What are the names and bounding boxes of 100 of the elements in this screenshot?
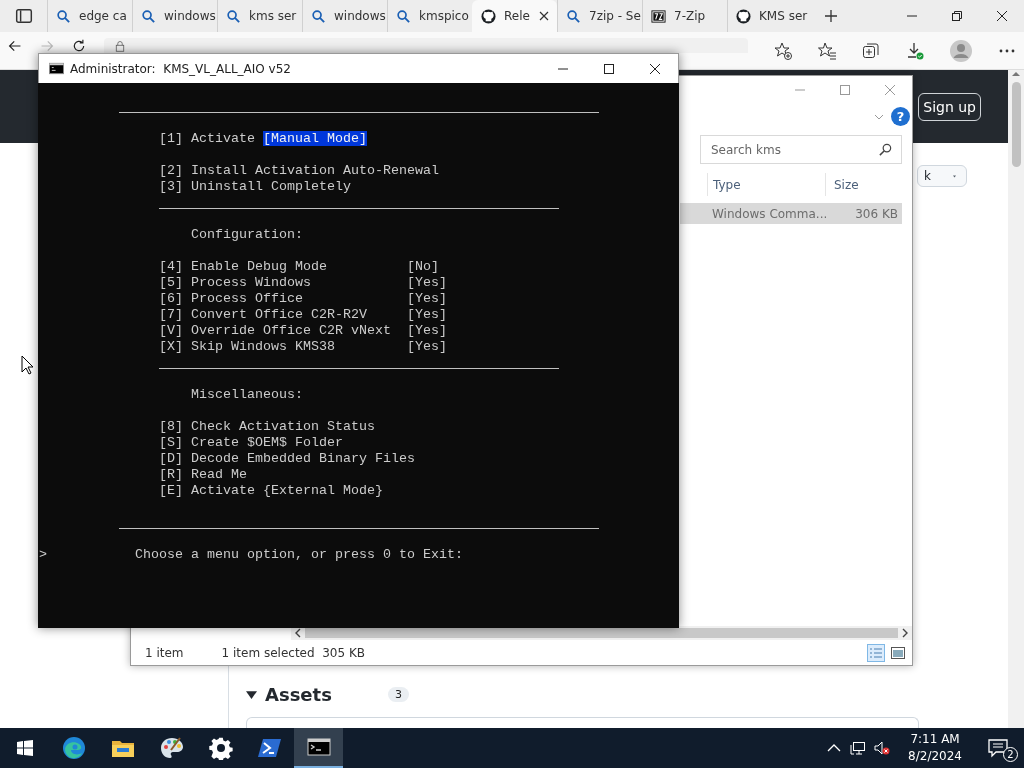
back-icon[interactable] xyxy=(8,39,22,53)
scrollbar[interactable] xyxy=(1008,70,1024,728)
scroll-thumb[interactable] xyxy=(1011,82,1021,167)
menu-key: [E] xyxy=(158,483,191,499)
prompt-text: Choose a menu option, or press 0 to Exit: xyxy=(134,547,463,562)
menu-label: Create $OEM$ Folder xyxy=(190,435,343,450)
profile-icon[interactable] xyxy=(950,39,972,62)
window-title: Administrator: KMS_VL_ALL_AIO v52 xyxy=(70,61,291,76)
menu-key: [2] xyxy=(158,163,191,179)
menu-key: [8] xyxy=(158,419,191,435)
add-favorite-icon[interactable] xyxy=(774,41,792,60)
menu-label: Override Office C2R vNext xyxy=(190,323,391,338)
maximize-icon[interactable] xyxy=(603,62,615,75)
lock-icon xyxy=(114,39,126,52)
menu-label: Read Me xyxy=(190,467,247,482)
palette-icon xyxy=(159,736,184,760)
close-icon[interactable] xyxy=(649,62,661,75)
menu-label: Decode Embedded Binary Files xyxy=(190,451,415,466)
terminal-icon xyxy=(306,735,331,759)
cursor-icon xyxy=(21,355,34,375)
menu-label: Uninstall Completely xyxy=(190,179,351,194)
size-cell-text: 306 KB xyxy=(854,206,899,221)
search-icon xyxy=(878,142,893,157)
prompt-caret: > xyxy=(39,547,48,563)
settings-icon xyxy=(208,736,233,760)
count-badge: 3 xyxy=(387,686,409,702)
selection-status: 1 item selected 305 KB xyxy=(221,645,366,660)
github-icon xyxy=(481,8,496,24)
windows-logo-icon xyxy=(16,740,33,756)
browser-icon xyxy=(61,736,86,760)
sign-up-button[interactable]: Sign up xyxy=(918,92,981,121)
column-header[interactable]: Type xyxy=(707,173,825,196)
clock[interactable]: 7:11 AM 8/2/2024 xyxy=(898,731,972,765)
notifications-button[interactable]: 2 xyxy=(988,734,1016,762)
menu-label: Skip Windows KMS38 xyxy=(190,339,335,354)
setting-value: [Yes] xyxy=(406,275,447,290)
menu-key: [V] xyxy=(158,323,191,339)
setting-value: [Yes] xyxy=(406,339,447,354)
setting-value: [Yes] xyxy=(406,323,447,338)
tab-actions-icon[interactable] xyxy=(14,7,33,25)
menu-label: Activate xyxy=(190,131,255,146)
menu-label: Process Windows xyxy=(190,275,311,290)
refresh-icon[interactable] xyxy=(72,39,86,53)
setting-value: [No] xyxy=(406,259,439,274)
item-count: 1 item xyxy=(145,645,184,660)
menu-label: Enable Debug Mode xyxy=(190,259,327,274)
search-icon xyxy=(141,8,156,24)
powershell-icon xyxy=(257,736,282,760)
favorites-icon[interactable] xyxy=(818,41,836,60)
menu-label: Check Activation Status xyxy=(190,419,375,434)
notification-count: 2 xyxy=(1003,747,1018,762)
menu-key: [7] xyxy=(158,307,191,323)
archive-icon xyxy=(651,8,666,24)
menu-label: Process Office xyxy=(190,291,303,306)
menu-key: [X] xyxy=(158,339,191,355)
clock-time: 7:11 AM xyxy=(910,731,960,748)
section-heading: Assets xyxy=(265,683,332,705)
search-icon xyxy=(566,8,581,24)
menu-label: Activate xyxy=(190,483,255,498)
muted-speaker-icon[interactable] xyxy=(874,740,891,756)
mode-tag: [Manual Mode] xyxy=(262,131,367,146)
search-icon xyxy=(56,8,71,24)
caret-icon[interactable] xyxy=(246,688,257,700)
search-field[interactable]: Search kms xyxy=(700,135,902,164)
file-row[interactable]: Windows Comma... 306 KB xyxy=(680,203,902,224)
close-icon[interactable] xyxy=(995,10,1008,22)
menu-key: [R] xyxy=(158,467,191,483)
setting-value: [Yes] xyxy=(406,307,447,322)
section-heading: Miscellaneous: xyxy=(190,387,303,402)
column-header[interactable]: Size xyxy=(825,173,902,196)
menu-key: [6] xyxy=(158,291,191,307)
menu-key: [1] xyxy=(158,131,191,147)
menu-key: [3] xyxy=(158,179,191,195)
download-icon[interactable] xyxy=(906,41,924,60)
setting-value: [Yes] xyxy=(406,291,447,306)
search-icon xyxy=(396,8,411,24)
menu-key: [4] xyxy=(158,259,191,275)
console-icon xyxy=(49,61,64,76)
close-icon[interactable] xyxy=(539,11,549,21)
menu-key: [D] xyxy=(158,451,191,467)
search-icon xyxy=(226,8,241,24)
help-button[interactable]: ? xyxy=(891,107,910,126)
taskbar-button[interactable] xyxy=(294,728,343,768)
scroll-right-icon[interactable] xyxy=(900,628,910,638)
mode-tag: {External Mode} xyxy=(262,483,383,498)
search-icon xyxy=(311,8,326,24)
browser-tab[interactable]: Rele xyxy=(472,0,557,32)
horizontal-scrollbar[interactable] xyxy=(291,626,912,640)
network-icon[interactable] xyxy=(850,740,867,756)
collections-icon[interactable] xyxy=(862,41,880,60)
menu-key: [S] xyxy=(158,435,191,451)
new-tab-icon[interactable] xyxy=(824,9,838,23)
section-heading: Configuration: xyxy=(190,227,303,242)
dropdown-button[interactable]: k xyxy=(917,165,967,187)
restore-icon[interactable] xyxy=(950,10,963,22)
menu-key: [5] xyxy=(158,275,191,291)
chat-icon xyxy=(988,738,1008,758)
clock-date: 8/2/2024 xyxy=(908,748,962,765)
github-icon xyxy=(736,8,751,24)
menu-label: Install Activation Auto-Renewal xyxy=(190,163,439,178)
